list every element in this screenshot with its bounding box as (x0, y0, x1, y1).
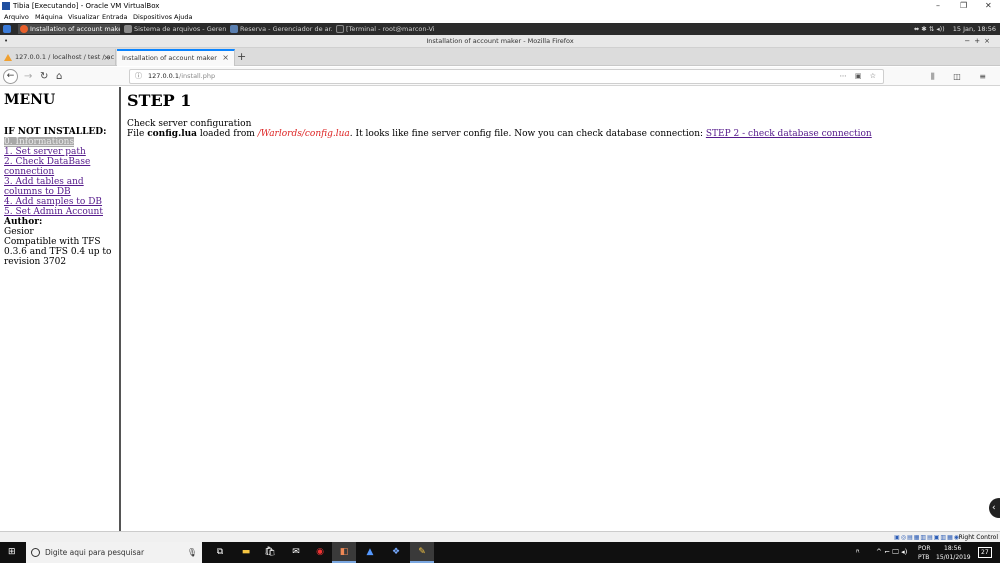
compat-text: Compatible with TFS 0.3.6 and TFS 0.4 up… (4, 237, 112, 267)
window-menu-icon[interactable]: • (4, 35, 8, 48)
guest-clock: 15 Jan, 18:56 (952, 25, 996, 33)
menu-visualizar[interactable]: Visualizar (68, 12, 99, 23)
people-icon[interactable]: ᴿ (856, 548, 860, 557)
virtualbox-title-bar: Tibia [Executando] - Oracle VM VirtualBo… (0, 0, 1000, 12)
close-tab-icon[interactable]: × (103, 49, 110, 66)
restore-icon[interactable]: ❐ (960, 0, 967, 12)
firefox-icon (20, 25, 28, 33)
toolbar-right-icons[interactable]: ⫼ ◫ ≡ (931, 69, 994, 84)
config-result-line: File config.lua loaded from /Warlords/co… (127, 129, 872, 139)
firefox-window-title: Installation of account maker - Mozilla … (426, 37, 574, 45)
menu-arquivo[interactable]: Arquivo (4, 12, 29, 23)
app-icon[interactable]: ✎ (410, 542, 434, 563)
folder-icon (230, 25, 238, 33)
windows-start-icon[interactable]: ⊞ (8, 548, 16, 557)
menu-maquina[interactable]: Máquina (35, 12, 63, 23)
back-button[interactable]: ← (3, 69, 18, 84)
folder-icon (124, 25, 132, 33)
forward-button[interactable]: → (24, 69, 32, 84)
menu-item-set-server-path[interactable]: 1. Set server path (4, 147, 119, 157)
guest-task-file-manager[interactable]: Sistema de arquivos - Geren... (122, 24, 226, 34)
tab-installation[interactable]: Installation of account maker × (117, 49, 235, 66)
cortana-icon (31, 548, 40, 557)
firefox-title-bar: • Installation of account maker - Mozill… (0, 35, 1000, 48)
guest-task-terminal[interactable]: [Terminal - root@marcon-Vir... (334, 24, 434, 34)
store-icon[interactable]: 🛍 (258, 542, 282, 563)
home-button[interactable]: ⌂ (56, 69, 62, 84)
device-status-icons[interactable]: ▣◎▤▦▥▤▣▥▦◉ (894, 534, 960, 541)
main-panel: STEP 1 Check server configuration File c… (127, 87, 987, 140)
menu-dispositivos[interactable]: Dispositivos (133, 12, 172, 23)
close-tab-icon[interactable]: × (222, 51, 229, 65)
reload-button[interactable]: ↻ (40, 69, 48, 84)
menu-item-add-samples[interactable]: 4. Add samples to DB (4, 197, 119, 207)
app-icon[interactable]: ▲ (358, 542, 382, 563)
guest-tray: ⬌ ✱ ⇅ ◂)) 15 Jan, 18:56 (914, 23, 996, 35)
tray-icons: ⬌ ✱ ⇅ ◂)) (913, 25, 945, 33)
author-label: Author: (4, 217, 43, 227)
config-path: /Warlords/config.lua (257, 129, 350, 139)
url-text[interactable]: 127.0.0.1/install.php (148, 70, 215, 83)
notification-center-icon[interactable]: 27 (978, 547, 992, 558)
language-bottom[interactable]: PTB (918, 554, 929, 561)
language-top[interactable]: POR (918, 545, 931, 552)
window-title: Tibia [Executando] - Oracle VM VirtualBo… (13, 2, 160, 10)
navigation-toolbar: ← → ↻ ⌂ ⓘ 127.0.0.1/install.php ⋯ ▣ ☆ ⫼ … (0, 67, 1000, 86)
mail-icon[interactable]: ✉ (284, 542, 308, 563)
tab-strip: 127.0.0.1 / localhost / test / ac × Inst… (0, 48, 1000, 66)
info-icon[interactable]: ⓘ (135, 70, 142, 83)
virtualbox-logo-icon (2, 2, 10, 10)
virtualbox-status-bar: ▣◎▤▦▥▤▣▥▦◉ Right Control (0, 531, 1000, 542)
clock-time[interactable]: 18:56 (944, 545, 961, 552)
menu-ajuda[interactable]: Ajuda (174, 12, 192, 23)
chrome-icon[interactable]: ◉ (308, 542, 332, 563)
side-menu: MENU IF NOT INSTALLED: 0. Informations 1… (0, 87, 121, 531)
minimize-icon[interactable]: – (936, 0, 940, 12)
windows-taskbar: ⊞ Digite aqui para pesquisar 🎙 ⧉ ▬ 🛍 ✉ ◉… (0, 542, 1000, 563)
phpmyadmin-icon (4, 54, 12, 61)
menu-item-check-database[interactable]: 2. Check DataBase connection (4, 157, 119, 177)
system-tray: ᴿ ^ ⌐ 🖵 ◂) POR PTB 18:56 15/01/2019 27 (846, 542, 996, 563)
menu-item-add-tables[interactable]: 3. Add tables and columns to DB (4, 177, 119, 197)
author-name: Gesior (4, 227, 34, 237)
microphone-icon[interactable]: 🎙 (187, 542, 197, 563)
guest-taskbar: Installation of account make... Sistema … (0, 23, 1000, 35)
guest-menu-icon[interactable] (3, 25, 11, 33)
guest-task-reserva[interactable]: Reserva - Gerenciador de ar... (228, 24, 332, 34)
page-heading: STEP 1 (127, 91, 192, 110)
check-config-line: Check server configuration (127, 119, 252, 129)
menu-entrada[interactable]: Entrada (102, 12, 128, 23)
menu-subtitle: IF NOT INSTALLED: (4, 127, 107, 137)
tray-icons[interactable]: ^ ⌐ 🖵 ◂) (876, 548, 907, 557)
step2-link[interactable]: STEP 2 - check database connection (706, 129, 872, 139)
clock-date[interactable]: 15/01/2019 (936, 554, 971, 561)
task-view-icon[interactable]: ⧉ (208, 542, 232, 563)
url-bar[interactable]: ⓘ 127.0.0.1/install.php ⋯ ▣ ☆ (129, 69, 884, 84)
menu-title: MENU (4, 92, 56, 108)
terminal-icon (336, 25, 344, 33)
page-content: MENU IF NOT INSTALLED: 0. Informations 1… (0, 87, 1000, 531)
file-explorer-icon[interactable]: ▬ (234, 542, 258, 563)
virtualbox-menu-bar: Arquivo Máquina Visualizar Entrada Dispo… (0, 12, 1000, 23)
page-actions[interactable]: ⋯ ▣ ☆ (840, 70, 879, 83)
firefox-window-controls[interactable]: −+× (964, 35, 994, 48)
menu-item-informations[interactable]: 0. Informations (4, 137, 75, 147)
close-icon[interactable]: ✕ (985, 0, 992, 12)
guest-task-firefox[interactable]: Installation of account make... (18, 24, 120, 34)
windows-search-box[interactable]: Digite aqui para pesquisar 🎙 (26, 542, 202, 563)
new-tab-button[interactable]: + (237, 50, 246, 63)
menu-item-set-admin[interactable]: 5. Set Admin Account (4, 207, 119, 217)
config-file-name: config.lua (147, 129, 197, 139)
virtualbox-icon[interactable]: ❖ (384, 542, 408, 563)
app-icon[interactable]: ◧ (332, 542, 356, 563)
tab-phpmyadmin[interactable]: 127.0.0.1 / localhost / test / ac × (0, 49, 116, 66)
